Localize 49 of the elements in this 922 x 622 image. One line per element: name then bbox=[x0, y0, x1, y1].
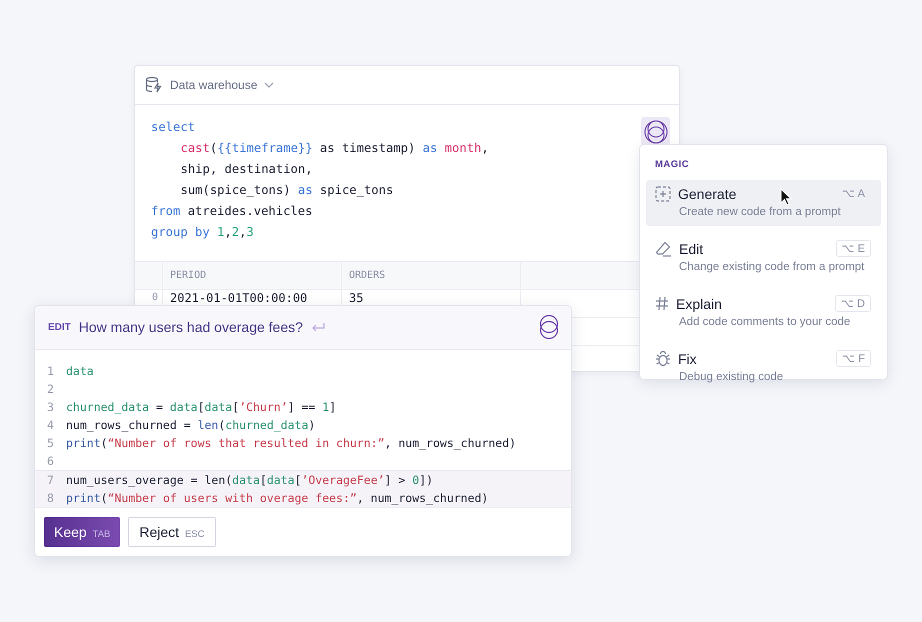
data-source-selector[interactable]: Data warehouse bbox=[170, 78, 258, 92]
line-number: 2 bbox=[46, 380, 55, 398]
line-number: 5 bbox=[46, 434, 55, 452]
column-header: ORDERS bbox=[342, 262, 521, 289]
menu-item[interactable]: Explain ⌥ D Add code comments to your code bbox=[646, 290, 881, 336]
database-bolt-icon bbox=[145, 76, 163, 94]
row-index: 0 bbox=[152, 291, 158, 305]
table-cell: 2021-01-01T00:00:00 bbox=[170, 291, 308, 305]
eraser-icon bbox=[655, 240, 672, 256]
enter-key-icon bbox=[310, 322, 325, 333]
mode-label: EDIT bbox=[48, 322, 71, 333]
code-line: from atreides.vehicles bbox=[151, 203, 314, 220]
menu-heading: MAGIC bbox=[654, 158, 690, 172]
shortcut-key: ⌥ F bbox=[836, 350, 871, 367]
code-line: sum(spice_tons) as spice_tons bbox=[180, 182, 394, 199]
line-number: 7 bbox=[46, 472, 55, 489]
column-header: PERIOD bbox=[163, 262, 342, 289]
keep-button[interactable]: Keep TAB bbox=[44, 516, 120, 547]
line-number: 8 bbox=[46, 490, 55, 507]
line-number: 1 bbox=[46, 362, 55, 380]
line-number: 6 bbox=[46, 452, 55, 470]
code-text: churned_data = data[data[’Churn’] == 1] bbox=[66, 398, 336, 416]
code-text: num_rows_churned = len(churned_data) bbox=[66, 416, 316, 434]
chevron-down-icon[interactable] bbox=[264, 82, 274, 88]
code-text: print(“Number of rows that resulted in churn:”, num_rows_churned) bbox=[66, 434, 516, 452]
line-number: 3 bbox=[46, 398, 55, 416]
reject-button[interactable]: Reject ESC bbox=[128, 516, 216, 547]
menu-item[interactable]: Generate ⌥ A Create new code from a prompt bbox=[646, 180, 881, 226]
table-cell: 35 bbox=[349, 291, 364, 305]
shortcut-key: ⌥ A bbox=[836, 185, 871, 202]
prompt-text: How many users had overage fees? bbox=[78, 319, 303, 336]
mouse-pointer-icon bbox=[780, 188, 792, 206]
bug-icon bbox=[655, 350, 671, 366]
code-line: cast({{timeframe}} as timestamp) as month, bbox=[180, 140, 489, 157]
menu-item[interactable]: Edit ⌥ E Change existing code from a prompt bbox=[646, 235, 881, 281]
code-line: select bbox=[151, 119, 196, 136]
code-text: data bbox=[66, 362, 94, 380]
shortcut-key: ⌥ E bbox=[836, 240, 871, 257]
hash-icon bbox=[655, 296, 669, 311]
code-text: print(“Number of users with overage fees:”, num_rows_churned) bbox=[66, 490, 488, 507]
shortcut-key: ⌥ D bbox=[835, 295, 871, 312]
menu-item[interactable]: Fix ⌥ F Debug existing code bbox=[646, 345, 881, 391]
code-line: ship, destination, bbox=[180, 161, 314, 178]
overlapping-circles-icon bbox=[539, 315, 559, 340]
magic-button[interactable] bbox=[641, 117, 670, 146]
code-line: group by 1,2,3 bbox=[151, 224, 255, 241]
code-text: num_users_overage = len(data[data[’OverageFee’] > 0]) bbox=[66, 472, 434, 489]
dashed-plus-icon bbox=[655, 186, 671, 202]
line-number: 4 bbox=[46, 416, 55, 434]
